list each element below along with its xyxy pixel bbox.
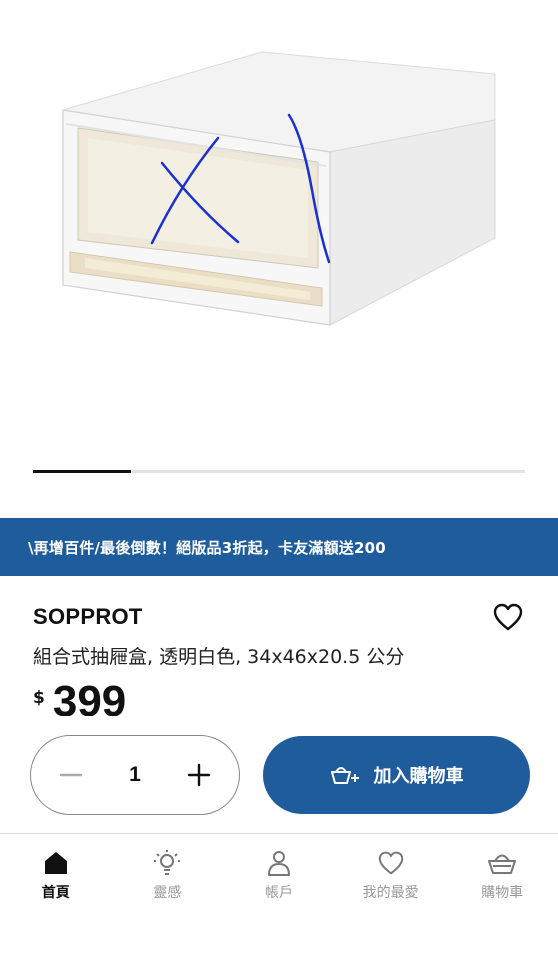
purchase-bar: 1 加入購物車 [0, 716, 558, 834]
add-to-cart-label: 加入購物車 [373, 766, 464, 787]
promo-text: \再增百件/最後倒數！絕版品3折起，卡友滿額送200 [28, 538, 386, 557]
nav-label-home: 首頁 [41, 885, 70, 901]
plus-icon [187, 763, 211, 787]
favorite-button[interactable] [492, 602, 524, 632]
product-gallery[interactable] [0, 0, 558, 500]
price-currency: $ [33, 688, 45, 708]
minus-icon [59, 773, 83, 777]
cart-add-icon [330, 767, 359, 784]
product-description: 組合式抽屜盒, 透明白色, 34x46x20.5 公分 [33, 646, 405, 668]
home-icon [44, 852, 67, 874]
nav-label-inspiration: 靈感 [153, 885, 182, 901]
gallery-progress-track [33, 470, 525, 473]
add-to-cart-button[interactable]: 加入購物車 [263, 736, 530, 814]
product-info: SOPPROT 組合式抽屜盒, 透明白色, 34x46x20.5 公分 $ 39… [0, 576, 558, 716]
increase-quantity-button[interactable] [181, 757, 217, 793]
quantity-stepper: 1 [30, 735, 240, 815]
basket-icon [488, 854, 517, 874]
nav-label-account: 帳戶 [264, 885, 293, 901]
quantity-value: 1 [129, 763, 141, 786]
promo-banner[interactable]: \再增百件/最後倒數！絕版品3折起，卡友滿額送200 [0, 518, 558, 576]
heart-icon [493, 603, 523, 631]
product-brand: SOPPROT [33, 604, 143, 629]
gallery-progress-fill [33, 470, 132, 473]
nav-label-cart: 購物車 [481, 885, 524, 901]
nav-item-home[interactable]: 首頁 [0, 834, 112, 960]
nav-item-account[interactable]: 帳戶 [223, 834, 335, 960]
nav-label-favorites: 我的最愛 [362, 885, 419, 901]
bottom-nav: 首頁 靈感 帳戶 我的最愛 購物車 [0, 834, 558, 960]
lightbulb-icon [154, 850, 181, 875]
price-value: 399 [52, 677, 127, 717]
price: $ 399 [33, 677, 127, 717]
heart-icon [378, 851, 403, 875]
product-image [62, 51, 496, 326]
nav-item-cart[interactable]: 購物車 [446, 834, 558, 960]
nav-item-inspiration[interactable]: 靈感 [112, 834, 224, 960]
decrease-quantity-button[interactable] [53, 757, 89, 793]
nav-item-favorites[interactable]: 我的最愛 [335, 834, 447, 960]
person-icon [267, 851, 290, 876]
